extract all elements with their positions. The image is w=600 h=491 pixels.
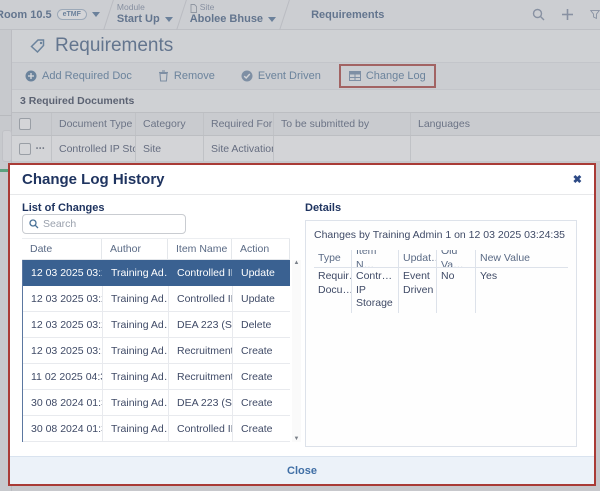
details-column-header: Type (314, 250, 352, 267)
change-list-search[interactable] (22, 214, 186, 234)
change-log-row[interactable]: 30 08 2024 01:3…Training Ad…DEA 223 (Sit… (23, 390, 290, 416)
details-column-header: Item N… (352, 250, 399, 267)
list-column-header-author[interactable]: Author (102, 239, 168, 259)
change-log-row[interactable]: 12 03 2025 03:1…Training Ad…Recruitment … (23, 338, 290, 364)
dialog-footer: Close (10, 456, 594, 484)
details-cell-new-value: Yes (476, 268, 568, 313)
details-table: TypeItem N…Updat…Old Va…New Value Requir… (314, 250, 568, 313)
list-column-header-item[interactable]: Item Name (168, 239, 232, 259)
change-log-row[interactable]: 12 03 2025 03:2…Training Ad…Controlled I… (23, 286, 290, 312)
change-log-history-dialog: Change Log History ✖ List of Changes Det… (8, 163, 596, 486)
cell-action: Create (233, 364, 291, 389)
scroll-up-icon[interactable]: ▲ (292, 260, 301, 266)
change-list-header: DateAuthorItem NameAction (22, 238, 290, 260)
details-column-header: New Value (476, 250, 568, 267)
cell-item: DEA 223 (Site) (169, 390, 233, 415)
cell-item: DEA 223 (Site) (169, 312, 233, 337)
details-cell-item-name: Contr…IPStorage (352, 268, 399, 313)
cell-date: 30 08 2024 01:3… (23, 416, 103, 441)
details-column-header: Updat… (399, 250, 437, 267)
cell-date: 12 03 2025 03:2… (23, 286, 103, 311)
cell-action: Update (233, 260, 291, 285)
cell-author: Training Ad… (103, 260, 169, 285)
cell-item: Controlled IP… (169, 416, 233, 441)
cell-author: Training Ad… (103, 312, 169, 337)
cell-item: Recruitment … (169, 338, 233, 363)
cell-date: 30 08 2024 01:3… (23, 390, 103, 415)
details-column-header: Old Va… (437, 250, 476, 267)
cell-action: Create (233, 416, 291, 441)
search-icon (29, 219, 39, 229)
cell-date: 12 03 2025 03:2… (23, 260, 103, 285)
cell-item: Controlled IP… (169, 286, 233, 311)
cell-action: Create (233, 338, 291, 363)
details-heading: Details (305, 202, 341, 214)
list-column-header-action[interactable]: Action (232, 239, 290, 259)
close-icon[interactable]: ✖ (573, 173, 582, 186)
app-window: Room 10.5 eTMF Module Start Up Site Abol… (0, 0, 600, 491)
cell-date: 12 03 2025 03:1… (23, 338, 103, 363)
cell-date: 12 03 2025 03:2… (23, 312, 103, 337)
details-cell-updated: EventDriven (399, 268, 437, 313)
cell-item: Recruitment … (169, 364, 233, 389)
dialog-body: List of Changes Details DateAuthorItem N… (10, 195, 594, 458)
cell-author: Training Ad… (103, 338, 169, 363)
list-of-changes-heading: List of Changes (22, 202, 105, 214)
cell-item: Controlled IP… (169, 260, 233, 285)
cell-author: Training Ad… (103, 286, 169, 311)
close-button[interactable]: Close (287, 465, 317, 477)
change-log-row[interactable]: 30 08 2024 01:3…Training Ad…Controlled I… (23, 416, 290, 442)
dialog-title: Change Log History (22, 171, 165, 188)
details-cell-old-value: No (437, 268, 476, 313)
cell-action: Delete (233, 312, 291, 337)
cell-action: Update (233, 286, 291, 311)
cell-author: Training Ad… (103, 364, 169, 389)
change-log-row[interactable]: 11 02 2025 04:3…Training Ad…Recruitment … (23, 364, 290, 390)
cell-author: Training Ad… (103, 390, 169, 415)
scroll-down-icon[interactable]: ▼ (292, 436, 301, 442)
change-list-table: DateAuthorItem NameAction 12 03 2025 03:… (22, 238, 290, 442)
change-list-body: 12 03 2025 03:2…Training Ad…Controlled I… (22, 260, 290, 442)
details-panel: Changes by Training Admin 1 on 12 03 202… (305, 220, 577, 447)
dialog-header: Change Log History ✖ (10, 165, 594, 195)
change-log-row[interactable]: 12 03 2025 03:2…Training Ad…Controlled I… (23, 260, 290, 286)
details-table-row: Requir…Docu…Contr…IPStorageEventDrivenNo… (314, 268, 568, 313)
search-input[interactable] (43, 218, 179, 230)
details-table-header: TypeItem N…Updat…Old Va…New Value (314, 250, 568, 268)
cell-author: Training Ad… (103, 416, 169, 441)
cell-action: Create (233, 390, 291, 415)
change-summary: Changes by Training Admin 1 on 12 03 202… (314, 229, 568, 241)
change-log-row[interactable]: 12 03 2025 03:2…Training Ad…DEA 223 (Sit… (23, 312, 290, 338)
list-column-header-date[interactable]: Date (22, 239, 102, 259)
details-cell-type: Requir…Docu… (314, 268, 352, 313)
cell-date: 11 02 2025 04:3… (23, 364, 103, 389)
list-scrollbar[interactable]: ▲ ▼ (292, 260, 301, 442)
